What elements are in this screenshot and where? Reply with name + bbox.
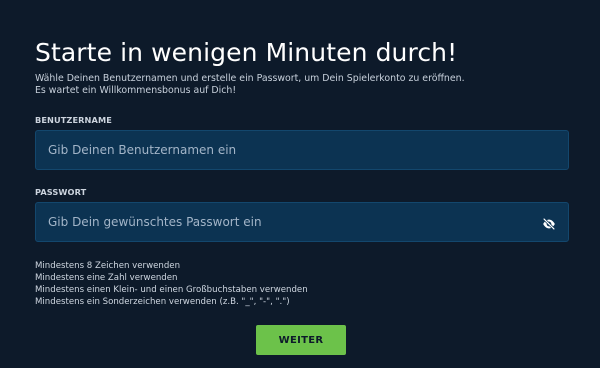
password-input[interactable] (36, 203, 568, 241)
password-label: PASSWORT (35, 187, 87, 197)
password-rule: Mindestens 8 Zeichen verwenden (35, 261, 181, 271)
continue-button[interactable]: WEITER (256, 325, 346, 355)
password-field-container (35, 202, 569, 242)
eye-slash-icon[interactable] (542, 216, 556, 231)
page-subtitle: Wähle Deinen Benutzernamen und erstelle … (35, 73, 569, 97)
subtitle-line-2: Es wartet ein Willkommensbonus auf Dich! (35, 85, 237, 96)
page-title: Starte in wenigen Minuten durch! (35, 38, 458, 67)
username-label: BENUTZERNAME (35, 115, 112, 125)
subtitle-line-1: Wähle Deinen Benutzernamen und erstelle … (35, 73, 465, 84)
password-rule: Mindestens einen Klein- und einen Großbu… (35, 285, 308, 295)
password-rule: Mindestens eine Zahl verwenden (35, 273, 178, 283)
registration-form: Starte in wenigen Minuten durch! Wähle D… (35, 36, 569, 355)
username-field-container (35, 130, 569, 170)
username-input[interactable] (36, 131, 568, 169)
password-rule: Mindestens ein Sonderzeichen verwenden (… (35, 297, 290, 307)
password-rules-list: Mindestens 8 Zeichen verwenden Mindesten… (35, 260, 308, 308)
